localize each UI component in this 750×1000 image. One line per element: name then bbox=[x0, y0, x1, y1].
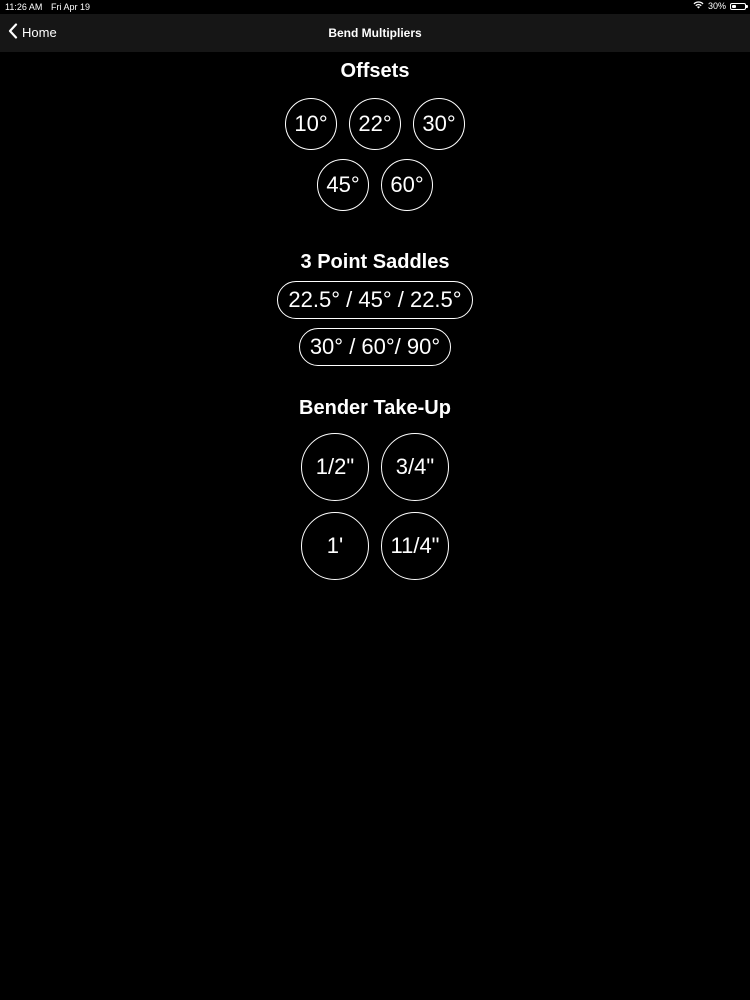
navigation-bar: Home Bend Multipliers bbox=[0, 14, 750, 52]
saddles-title: 3 Point Saddles bbox=[300, 251, 450, 273]
page-title: Bend Multipliers bbox=[328, 26, 422, 40]
take-up-button-half[interactable]: 1/2" bbox=[301, 433, 369, 501]
take-up-button-one-quarter[interactable]: 11/4" bbox=[381, 512, 449, 580]
offsets-title: Offsets bbox=[340, 60, 410, 82]
take-up-row-2: 1' 11/4" bbox=[0, 512, 750, 580]
wifi-icon bbox=[693, 1, 704, 11]
saddle-button-30-60-90[interactable]: 30° / 60°/ 90° bbox=[298, 328, 452, 366]
offsets-row-2: 45° 60° bbox=[0, 159, 750, 211]
take-up-title: Bender Take-Up bbox=[299, 397, 451, 419]
offset-button-10[interactable]: 10° bbox=[285, 98, 337, 150]
offset-button-30[interactable]: 30° bbox=[413, 98, 465, 150]
battery-percent: 30% bbox=[707, 1, 726, 11]
status-bar: 11:26 AM Fri Apr 19 30% bbox=[0, 0, 750, 14]
status-right: 30% bbox=[693, 1, 748, 11]
battery-icon bbox=[730, 2, 748, 10]
offset-button-45[interactable]: 45° bbox=[317, 159, 369, 211]
take-up-row-1: 1/2" 3/4" bbox=[0, 433, 750, 501]
battery-nub bbox=[746, 4, 748, 8]
take-up-button-one[interactable]: 1' bbox=[301, 512, 369, 580]
take-up-button-three-quarter[interactable]: 3/4" bbox=[381, 433, 449, 501]
saddle-button-22-45-22[interactable]: 22.5° / 45° / 22.5° bbox=[277, 281, 473, 319]
battery-fill bbox=[732, 4, 736, 8]
offset-button-60[interactable]: 60° bbox=[381, 159, 433, 211]
saddles-row-1: 22.5° / 45° / 22.5° bbox=[0, 281, 750, 319]
status-date: Fri Apr 19 bbox=[51, 2, 91, 12]
offset-button-22[interactable]: 22° bbox=[349, 98, 401, 150]
offsets-row-1: 10° 22° 30° bbox=[0, 98, 750, 150]
status-time: 11:26 AM bbox=[5, 2, 43, 12]
saddles-row-2: 30° / 60°/ 90° bbox=[0, 328, 750, 366]
